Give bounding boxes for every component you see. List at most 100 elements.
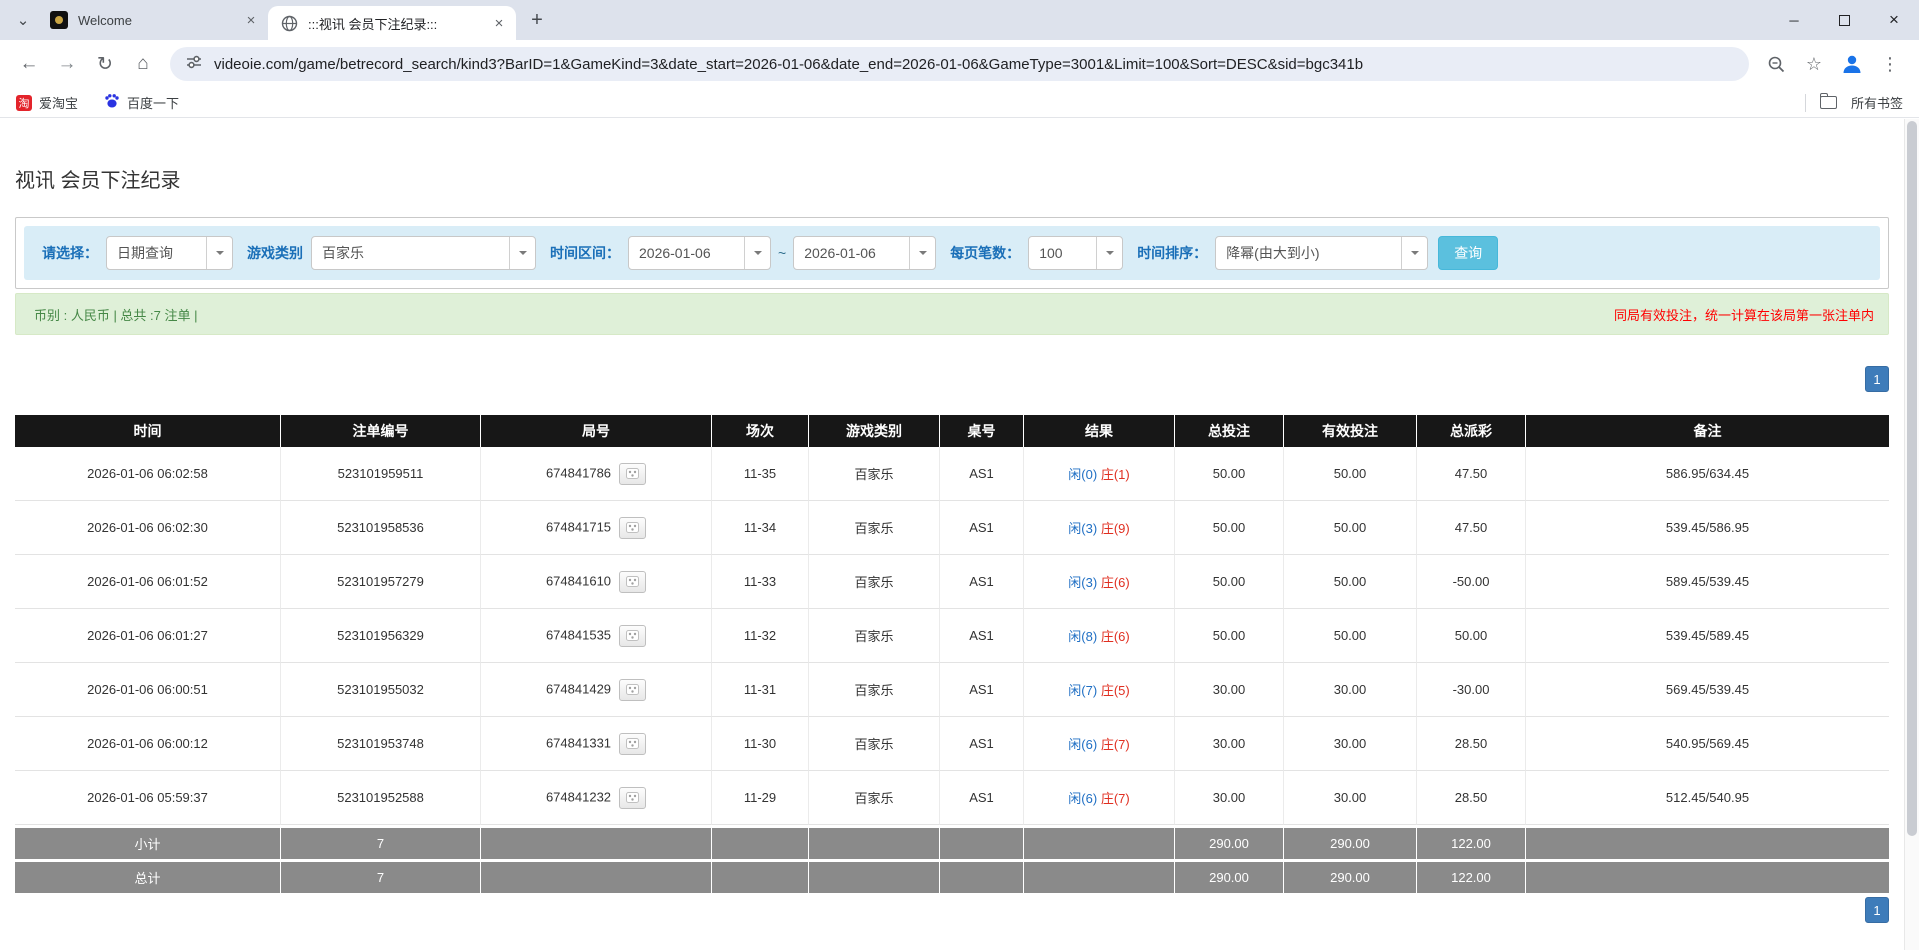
cell-time: 2026-01-06 06:00:12 bbox=[15, 717, 280, 771]
close-window-button[interactable]: × bbox=[1869, 0, 1919, 40]
cell-total-bet[interactable]: 30.00 bbox=[1174, 771, 1283, 825]
cell-result: 闲(8) 庄(6) bbox=[1023, 609, 1174, 663]
reload-button[interactable]: ↻ bbox=[86, 45, 124, 83]
date-end-select[interactable]: 2026-01-06 bbox=[793, 236, 936, 270]
empty-cell bbox=[808, 825, 939, 859]
query-type-select[interactable]: 日期查询 bbox=[106, 236, 233, 270]
round-detail-icon[interactable] bbox=[619, 571, 646, 593]
filter-panel: 请选择： 日期查询 游戏类别 百家乐 时间区间： 2026-01-06 ~ 20 bbox=[15, 217, 1889, 289]
tab-strip: ⌄ Welcome × :::视讯 会员下注纪录::: × + ─ × bbox=[0, 0, 1919, 40]
header-cell: 场次 bbox=[711, 415, 808, 447]
header-cell: 桌号 bbox=[939, 415, 1023, 447]
round-detail-icon[interactable] bbox=[619, 463, 646, 485]
empty-cell bbox=[939, 859, 1023, 893]
page-1-button[interactable]: 1 bbox=[1865, 897, 1889, 923]
cell-total-bet[interactable]: 50.00 bbox=[1174, 447, 1283, 501]
cell-valid-bet: 50.00 bbox=[1283, 447, 1416, 501]
close-icon[interactable]: × bbox=[490, 14, 508, 32]
url-text[interactable]: videoie.com/game/betrecord_search/kind3?… bbox=[214, 56, 1363, 73]
round-detail-icon[interactable] bbox=[619, 679, 646, 701]
cell-table-no: AS1 bbox=[939, 609, 1023, 663]
cell-round: 674841610 bbox=[480, 555, 711, 609]
cell-session: 11-30 bbox=[711, 717, 808, 771]
bet-table-body: 2026-01-06 06:02:58523101959511674841786… bbox=[15, 447, 1889, 825]
sort-select[interactable]: 降幂(由大到小) bbox=[1215, 236, 1428, 270]
cell-total-bet[interactable]: 50.00 bbox=[1174, 555, 1283, 609]
header-cell: 总投注 bbox=[1174, 415, 1283, 447]
game-kind-select[interactable]: 百家乐 bbox=[311, 236, 536, 270]
empty-cell bbox=[1525, 859, 1889, 893]
result-banker: 庄(7) bbox=[1101, 791, 1130, 806]
cell-session: 11-32 bbox=[711, 609, 808, 663]
round-detail-icon[interactable] bbox=[619, 787, 646, 809]
cell-session: 11-29 bbox=[711, 771, 808, 825]
cell-game-kind: 百家乐 bbox=[808, 501, 939, 555]
round-detail-icon[interactable] bbox=[619, 517, 646, 539]
tab-betrecord[interactable]: :::视讯 会员下注纪录::: × bbox=[268, 6, 516, 40]
date-start-select[interactable]: 2026-01-06 bbox=[628, 236, 771, 270]
round-number: 674841429 bbox=[546, 681, 611, 696]
page-1-button[interactable]: 1 bbox=[1865, 366, 1889, 392]
menu-dots-icon[interactable]: ⋮ bbox=[1871, 45, 1909, 83]
empty-cell bbox=[480, 825, 711, 859]
maximize-button[interactable] bbox=[1819, 0, 1869, 40]
valid-bet-notice: 同局有效投注，统一计算在该局第一张注单内 bbox=[1614, 305, 1874, 324]
home-button[interactable]: ⌂ bbox=[124, 45, 162, 83]
chevron-down-icon bbox=[909, 237, 935, 269]
new-tab-button[interactable]: + bbox=[522, 5, 552, 35]
empty-cell bbox=[711, 825, 808, 859]
round-detail-icon[interactable] bbox=[619, 733, 646, 755]
subtotal-total-bet: 290.00 bbox=[1174, 825, 1283, 859]
back-button[interactable]: ← bbox=[10, 45, 48, 83]
profile-avatar[interactable] bbox=[1833, 45, 1871, 83]
cell-valid-bet: 30.00 bbox=[1283, 717, 1416, 771]
tab-search-icon[interactable]: ⌄ bbox=[8, 5, 38, 35]
cell-time: 2026-01-06 06:01:52 bbox=[15, 555, 280, 609]
cell-time: 2026-01-06 06:00:51 bbox=[15, 663, 280, 717]
per-page-select[interactable]: 100 bbox=[1028, 236, 1123, 270]
scrollbar-thumb[interactable] bbox=[1907, 121, 1917, 836]
close-icon[interactable]: × bbox=[242, 11, 260, 29]
cell-bet-id: 523101956329 bbox=[280, 609, 480, 663]
result-banker: 庄(6) bbox=[1101, 629, 1130, 644]
cell-total-bet[interactable]: 50.00 bbox=[1174, 501, 1283, 555]
bookmark-baidu[interactable]: 百度一下 bbox=[104, 93, 179, 112]
cell-payout: 47.50 bbox=[1416, 447, 1525, 501]
empty-cell bbox=[808, 859, 939, 893]
cell-total-bet[interactable]: 30.00 bbox=[1174, 663, 1283, 717]
round-detail-icon[interactable] bbox=[619, 625, 646, 647]
total-total-bet: 290.00 bbox=[1174, 859, 1283, 893]
forward-button[interactable]: → bbox=[48, 45, 86, 83]
chevron-down-icon bbox=[206, 237, 232, 269]
address-bar[interactable]: videoie.com/game/betrecord_search/kind3?… bbox=[170, 47, 1749, 81]
bookmark-taobao[interactable]: 淘 爱淘宝 bbox=[16, 93, 78, 112]
cell-valid-bet: 50.00 bbox=[1283, 609, 1416, 663]
total-payout: 122.00 bbox=[1416, 859, 1525, 893]
pagination-top: 1 bbox=[15, 366, 1889, 392]
cell-remark: 586.95/634.45 bbox=[1525, 447, 1889, 501]
cell-game-kind: 百家乐 bbox=[808, 717, 939, 771]
round-number: 674841331 bbox=[546, 735, 611, 750]
minimize-button[interactable]: ─ bbox=[1769, 0, 1819, 40]
bookmark-star-icon[interactable]: ☆ bbox=[1795, 45, 1833, 83]
welcome-favicon bbox=[50, 11, 68, 29]
tab-title: :::视讯 会员下注纪录::: bbox=[308, 14, 490, 33]
all-bookmarks-button[interactable]: 所有书签 bbox=[1820, 93, 1903, 112]
tab-welcome[interactable]: Welcome × bbox=[38, 0, 268, 40]
cell-remark: 539.45/589.45 bbox=[1525, 609, 1889, 663]
cell-valid-bet: 50.00 bbox=[1283, 555, 1416, 609]
cell-payout: 28.50 bbox=[1416, 771, 1525, 825]
cell-game-kind: 百家乐 bbox=[808, 555, 939, 609]
cell-total-bet[interactable]: 50.00 bbox=[1174, 609, 1283, 663]
table-row: 2026-01-06 06:02:58523101959511674841786… bbox=[15, 447, 1889, 501]
cell-session: 11-34 bbox=[711, 501, 808, 555]
page-scrollbar[interactable] bbox=[1904, 119, 1919, 950]
search-button[interactable]: 查询 bbox=[1438, 236, 1498, 270]
result-banker: 庄(5) bbox=[1101, 683, 1130, 698]
zoom-icon[interactable] bbox=[1757, 45, 1795, 83]
site-settings-icon[interactable] bbox=[186, 54, 202, 75]
header-cell: 游戏类别 bbox=[808, 415, 939, 447]
cell-total-bet[interactable]: 30.00 bbox=[1174, 717, 1283, 771]
result-banker: 庄(7) bbox=[1101, 737, 1130, 752]
total-count: 7 bbox=[280, 859, 480, 893]
